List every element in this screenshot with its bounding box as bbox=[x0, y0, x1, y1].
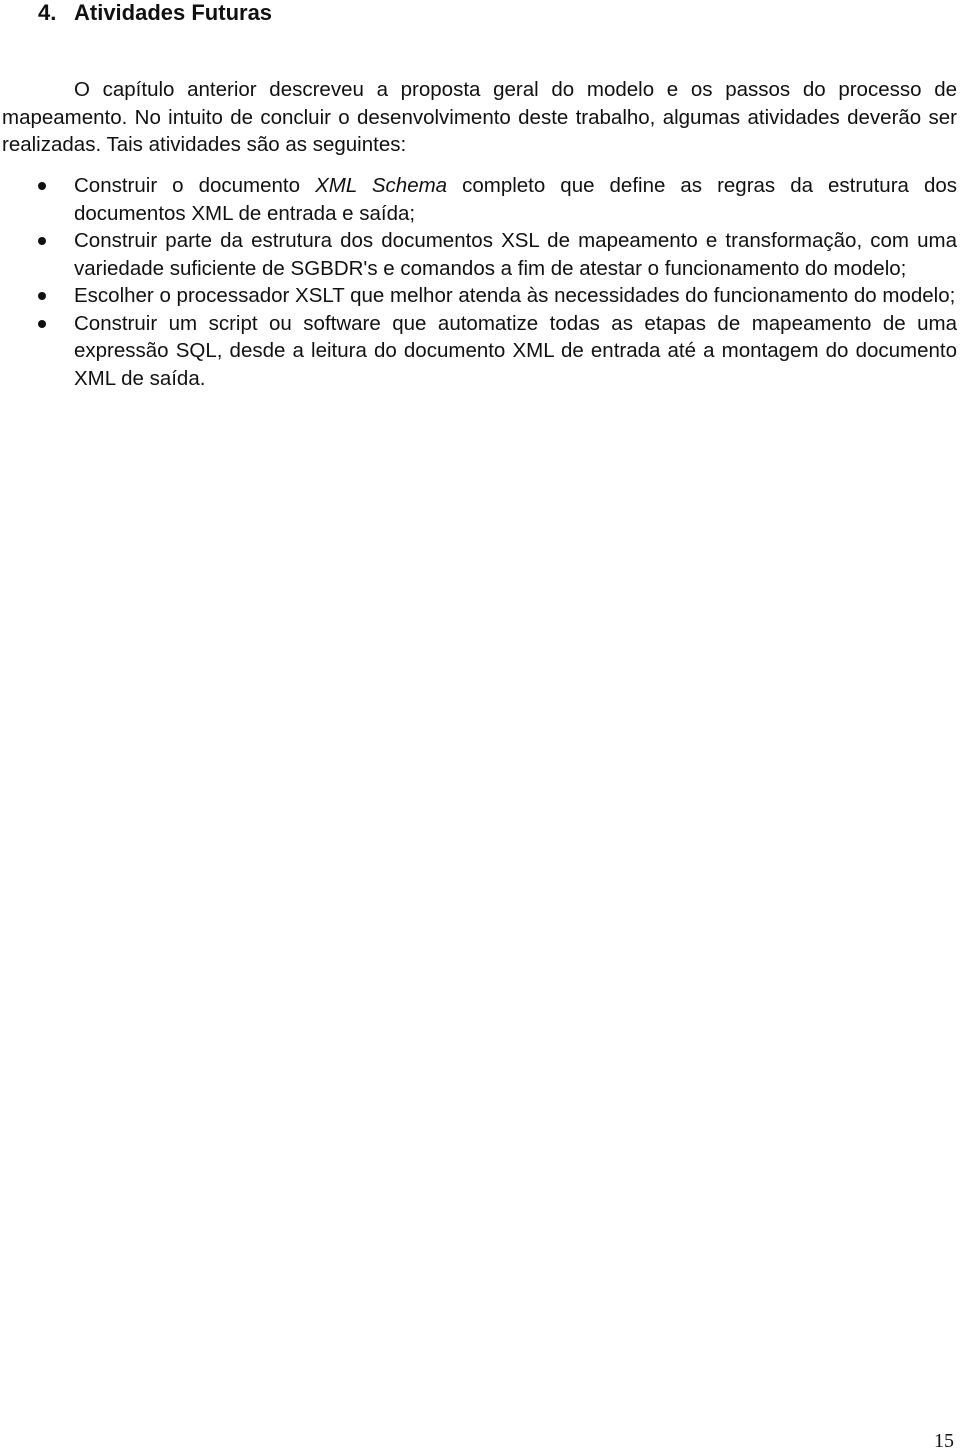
page-number: 15 bbox=[934, 1430, 954, 1452]
list-item-text-part: Construir o documento bbox=[74, 174, 316, 197]
bullet-icon bbox=[38, 319, 46, 328]
list-item: Construir um script ou software que auto… bbox=[0, 310, 957, 393]
list-item-text: Construir o documento XML Schema complet… bbox=[74, 172, 957, 227]
future-activities-list: Construir o documento XML Schema complet… bbox=[0, 172, 957, 392]
list-item-text: Construir um script ou software que auto… bbox=[74, 311, 957, 390]
intro-paragraph: O capítulo anterior descreveu a proposta… bbox=[2, 78, 957, 156]
section-number: 4. bbox=[38, 0, 57, 25]
bullet-icon bbox=[38, 292, 46, 300]
xml-schema-term: XML Schema bbox=[315, 174, 448, 197]
list-item-text: Escolher o processador XSLT que melhor a… bbox=[74, 284, 956, 307]
list-item-text: Construir parte da estrutura dos documen… bbox=[74, 229, 957, 280]
bullet-icon bbox=[38, 237, 46, 245]
section-title: Atividades Futuras bbox=[74, 0, 273, 25]
bullet-icon bbox=[38, 182, 46, 190]
list-item: Construir o documento XML Schema complet… bbox=[0, 172, 957, 227]
list-item: Escolher o processador XSLT que melhor a… bbox=[0, 282, 957, 310]
section-heading: 4. Atividades Futuras bbox=[38, 0, 272, 27]
list-item: Construir parte da estrutura dos documen… bbox=[0, 227, 957, 282]
